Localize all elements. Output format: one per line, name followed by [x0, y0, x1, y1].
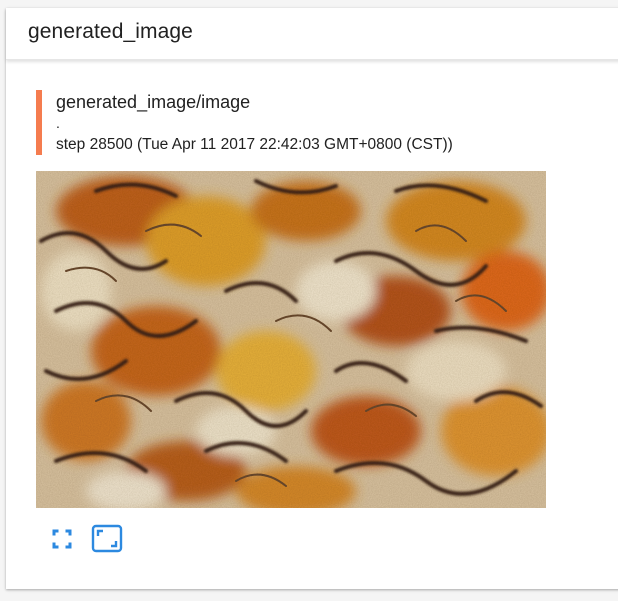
image-tag-label: generated_image/image — [56, 92, 251, 112]
fullscreen-icon — [52, 529, 72, 549]
fullscreen-button[interactable] — [45, 522, 79, 556]
fit-to-frame-button[interactable] — [90, 522, 124, 556]
image-metadata: generated_image/image . step 28500 (Tue … — [36, 90, 556, 155]
generated-image — [36, 171, 546, 508]
fit-to-frame-icon — [91, 524, 123, 553]
generated-image-canvas — [36, 171, 546, 508]
image-step-label: step 28500 (Tue Apr 11 2017 22:42:03 GMT… — [56, 136, 453, 153]
card-header[interactable]: generated_image — [6, 8, 618, 60]
card-title: generated_image — [28, 20, 193, 43]
image-run-label: . — [56, 115, 60, 131]
image-card: generated_image generated_image/image . … — [6, 8, 618, 589]
